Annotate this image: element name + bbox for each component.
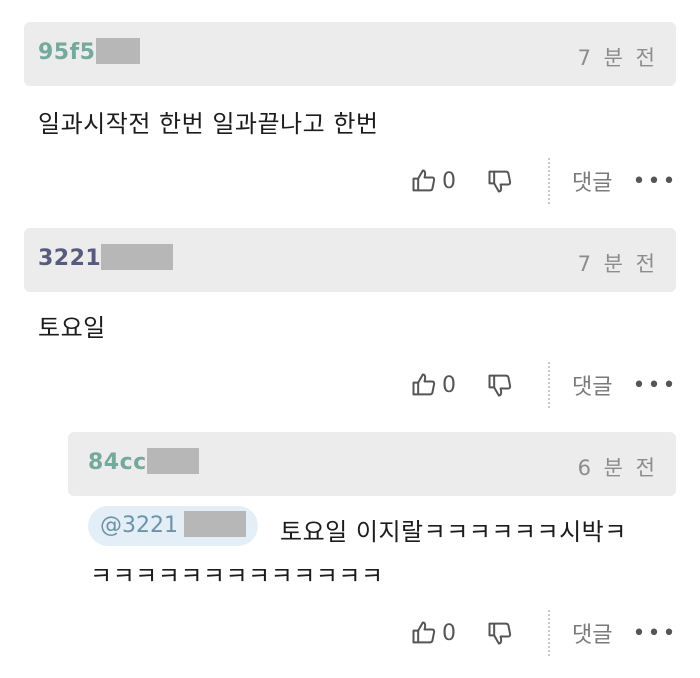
comment-actions: 0 댓글 ••• [410,362,677,408]
more-dots-icon[interactable]: ••• [632,621,677,646]
comment-header: 3221 7 분 전 [24,228,676,292]
like-count: 0 [442,168,456,194]
thumbs-up-icon [412,621,436,644]
comment-timestamp: 7 분 전 [577,46,658,70]
redaction-mask [95,38,140,64]
thumbs-up-icon [412,169,436,192]
reply-actions: 0 댓글 ••• [410,610,677,656]
like-button[interactable]: 0 [410,362,464,408]
more-dots-icon[interactable]: ••• [632,373,677,398]
comment-text: 토요일 [38,314,106,342]
comment-username[interactable]: 95f5 [38,38,140,65]
reply-button[interactable]: 댓글 [572,165,612,197]
redaction-mask [184,511,246,537]
like-button[interactable]: 0 [410,158,464,204]
reply-text-line-1: 토요일 이지랄ㅋㅋㅋㅋㅋㅋ시박ㅋ [280,518,627,546]
comment-header: 95f5 7 분 전 [24,22,676,86]
action-divider [548,158,550,204]
reply-text-line-2: ㅋㅋㅋㅋㅋㅋㅋㅋㅋㅋㅋㅋㅋ [90,562,384,590]
reply-timestamp: 6 분 전 [577,456,658,480]
dislike-button[interactable] [486,158,514,204]
comment-username[interactable]: 3221 [38,244,174,271]
dislike-button[interactable] [486,362,514,408]
like-count: 0 [442,620,456,646]
comment-text: 일과시작전 한번 일과끝나고 한번 [38,110,379,138]
more-dots-icon[interactable]: ••• [632,169,677,194]
reply-button[interactable]: 댓글 [572,369,612,401]
like-count: 0 [442,372,456,398]
redaction-mask [146,448,199,474]
thumbs-down-icon [488,374,512,397]
comment-actions: 0 댓글 ••• [410,158,677,204]
comment-timestamp: 7 분 전 [577,252,658,276]
mention-tag[interactable]: @3221 [88,506,258,546]
redaction-mask [101,244,174,270]
reply-username[interactable]: 84cc [88,448,199,475]
action-divider [548,610,550,656]
dislike-button[interactable] [486,610,514,656]
action-divider [548,362,550,408]
like-button[interactable]: 0 [410,610,464,656]
reply-header: 84cc 6 분 전 [68,432,676,496]
thumbs-down-icon [488,622,512,645]
reply-button[interactable]: 댓글 [572,617,612,649]
thumbs-down-icon [488,170,512,193]
thumbs-up-icon [412,373,436,396]
